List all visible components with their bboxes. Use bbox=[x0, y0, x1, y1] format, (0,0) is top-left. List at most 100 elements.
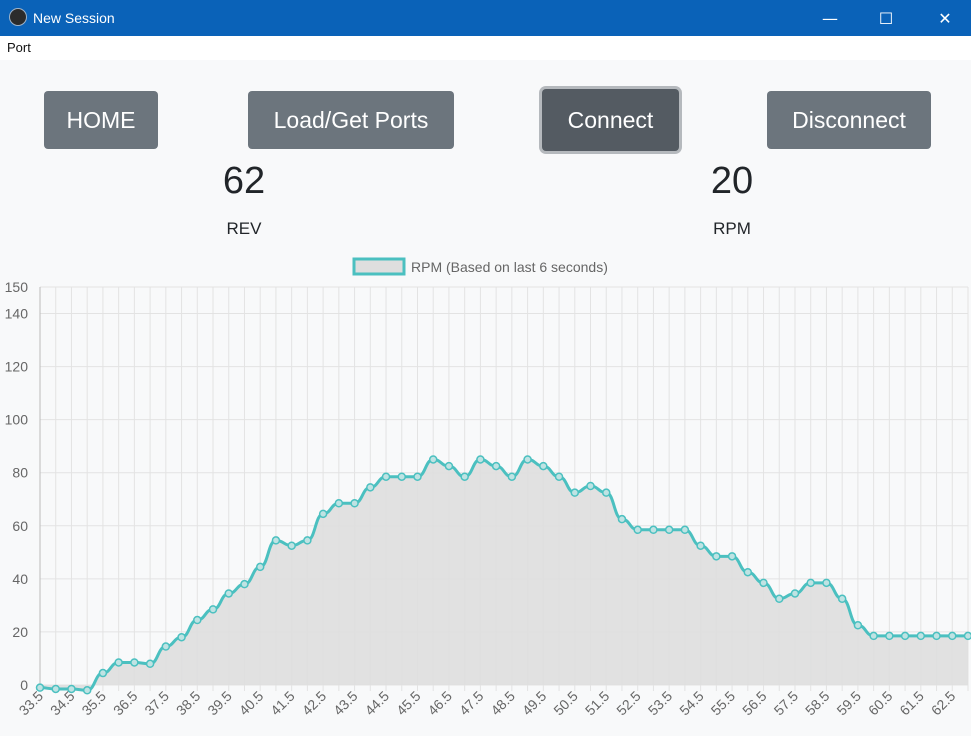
data-point[interactable] bbox=[869, 631, 878, 641]
data-point[interactable] bbox=[790, 589, 800, 598]
y-tick-label: 20 bbox=[12, 624, 28, 640]
y-tick-label: 80 bbox=[12, 465, 28, 481]
chart-legend[interactable]: RPM (Based on last 6 seconds) bbox=[352, 257, 608, 276]
x-tick-label: 38.5 bbox=[173, 688, 204, 719]
data-point[interactable] bbox=[727, 552, 737, 561]
data-point[interactable] bbox=[145, 659, 155, 669]
data-point[interactable] bbox=[428, 455, 438, 464]
data-point[interactable] bbox=[885, 631, 894, 641]
x-tick-label: 55.5 bbox=[708, 688, 739, 719]
data-point[interactable] bbox=[539, 461, 548, 471]
data-point[interactable] bbox=[649, 525, 658, 535]
x-tick-label: 40.5 bbox=[236, 688, 267, 719]
data-point[interactable] bbox=[712, 552, 721, 561]
data-point[interactable] bbox=[240, 579, 249, 589]
x-tick-label: 43.5 bbox=[330, 688, 361, 719]
data-point[interactable] bbox=[523, 455, 532, 464]
disconnect-button[interactable]: Disconnect bbox=[767, 91, 931, 149]
data-point[interactable] bbox=[350, 498, 359, 508]
x-tick-label: 61.5 bbox=[896, 688, 927, 719]
menu-item-port[interactable]: Port bbox=[7, 40, 31, 55]
x-tick-label: 35.5 bbox=[78, 688, 109, 719]
data-point[interactable] bbox=[303, 536, 312, 545]
x-tick-label: 42.5 bbox=[299, 688, 330, 719]
data-point[interactable] bbox=[460, 472, 469, 481]
home-button[interactable]: HOME bbox=[44, 91, 158, 149]
x-tick-label: 47.5 bbox=[456, 688, 487, 719]
data-point[interactable] bbox=[413, 472, 422, 481]
data-point[interactable] bbox=[287, 541, 296, 550]
data-point[interactable] bbox=[743, 567, 753, 577]
data-point[interactable] bbox=[255, 562, 265, 572]
rpm-chart: RPM (Based on last 6 seconds) 0 20 40 60 80 1… bbox=[5, 257, 971, 719]
data-point[interactable] bbox=[617, 514, 627, 524]
data-point[interactable] bbox=[570, 488, 580, 497]
rpm-label: RPM bbox=[713, 219, 751, 238]
data-point[interactable] bbox=[806, 578, 815, 588]
x-tick-label: 48.5 bbox=[487, 688, 518, 719]
data-point[interactable] bbox=[491, 461, 501, 471]
data-point[interactable] bbox=[130, 658, 139, 667]
data-point[interactable] bbox=[900, 631, 910, 641]
data-point[interactable] bbox=[177, 632, 186, 642]
data-point[interactable] bbox=[51, 684, 60, 694]
close-icon[interactable]: ✕ bbox=[922, 0, 968, 36]
rpm-value: 20 bbox=[710, 160, 754, 202]
y-tick-label: 120 bbox=[5, 359, 29, 375]
data-point[interactable] bbox=[554, 472, 564, 481]
x-tick-label: 60.5 bbox=[865, 688, 896, 719]
data-point[interactable] bbox=[664, 525, 674, 535]
data-point[interactable] bbox=[193, 615, 202, 625]
data-point[interactable] bbox=[397, 472, 407, 481]
x-tick-label: 62.5 bbox=[928, 688, 959, 719]
connect-button[interactable]: Connect bbox=[542, 89, 679, 151]
x-tick-label: 59.5 bbox=[833, 688, 864, 719]
data-point[interactable] bbox=[224, 589, 233, 598]
x-tick-label: 49.5 bbox=[519, 688, 550, 719]
y-tick-label: 150 bbox=[5, 279, 29, 295]
data-point[interactable] bbox=[680, 525, 690, 535]
legend-label: RPM (Based on last 6 seconds) bbox=[411, 259, 608, 275]
data-point[interactable] bbox=[853, 621, 863, 630]
data-point[interactable] bbox=[775, 594, 784, 604]
x-tick-label: 39.5 bbox=[204, 688, 235, 719]
data-point[interactable] bbox=[381, 472, 391, 481]
data-point[interactable] bbox=[916, 631, 926, 641]
data-point[interactable] bbox=[208, 605, 218, 614]
data-point[interactable] bbox=[507, 472, 517, 481]
data-point[interactable] bbox=[822, 578, 831, 588]
data-point[interactable] bbox=[837, 594, 847, 604]
data-point[interactable] bbox=[932, 631, 941, 641]
y-tick-label: 0 bbox=[20, 677, 28, 693]
window-title: New Session bbox=[33, 10, 115, 26]
minimize-icon[interactable]: — bbox=[807, 0, 853, 36]
x-tick-label: 36.5 bbox=[110, 688, 141, 719]
data-point[interactable] bbox=[82, 686, 92, 695]
data-point[interactable] bbox=[696, 541, 705, 550]
data-point[interactable] bbox=[963, 631, 971, 641]
data-point[interactable] bbox=[366, 483, 375, 492]
y-tick-label: 60 bbox=[12, 518, 28, 534]
data-point[interactable] bbox=[35, 683, 45, 692]
data-point[interactable] bbox=[67, 684, 76, 694]
y-tick-label: 40 bbox=[12, 571, 28, 587]
x-tick-label: 45.5 bbox=[393, 688, 424, 719]
data-point[interactable] bbox=[334, 498, 344, 508]
data-point[interactable] bbox=[318, 509, 328, 519]
data-point[interactable] bbox=[759, 578, 768, 588]
data-point[interactable] bbox=[114, 658, 123, 667]
x-tick-label: 46.5 bbox=[424, 688, 455, 719]
y-tick-label: 140 bbox=[5, 306, 29, 322]
data-point[interactable] bbox=[98, 668, 108, 678]
data-point[interactable] bbox=[586, 481, 595, 491]
data-point[interactable] bbox=[476, 455, 485, 464]
data-point[interactable] bbox=[271, 536, 281, 545]
rev-value: 62 bbox=[222, 160, 266, 202]
data-point[interactable] bbox=[948, 631, 957, 641]
data-point[interactable] bbox=[444, 461, 454, 471]
data-point[interactable] bbox=[633, 525, 642, 535]
load-ports-button[interactable]: Load/Get Ports bbox=[248, 91, 454, 149]
data-point[interactable] bbox=[601, 488, 611, 497]
maximize-icon[interactable]: ☐ bbox=[863, 0, 909, 36]
data-point[interactable] bbox=[161, 642, 171, 651]
